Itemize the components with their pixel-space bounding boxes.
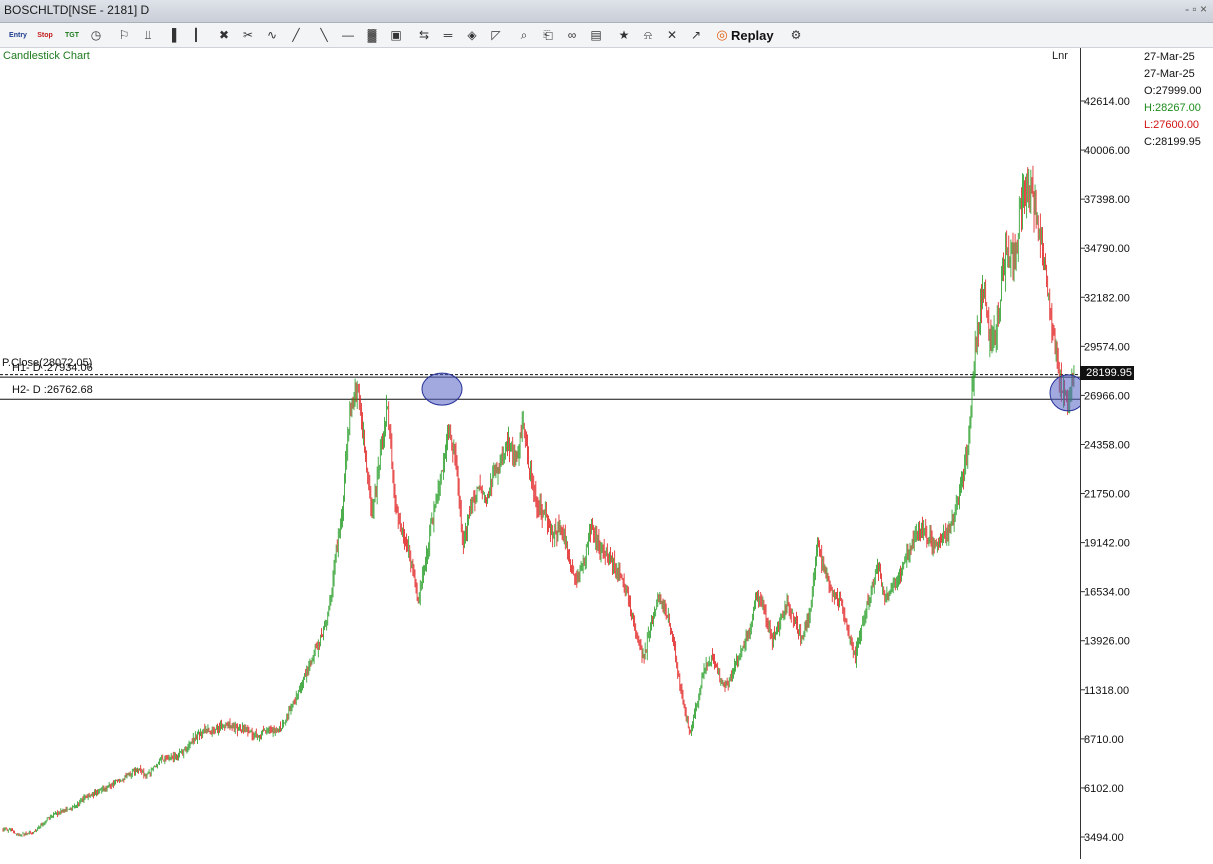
window-controls[interactable]: - ▫ × [1185,2,1207,16]
y-tick-label: 24358.00 [1084,439,1130,451]
h1-level-label: H1- D :27934.06 [12,362,93,374]
y-tick-label: 37398.00 [1084,194,1130,206]
y-tick-label: 6102.00 [1084,783,1124,795]
zoom-icon[interactable]: ⌕ [515,26,533,44]
wave-icon[interactable]: ∿ [263,26,281,44]
star-icon[interactable]: ★ [615,26,633,44]
horizontal-line-icon[interactable]: — [339,26,357,44]
pin-icon[interactable]: ⚐ [115,26,133,44]
chart-toolbar: Entry Stop TGT ◷ ⚐ ⫫ ▐ ┃ ✖ ✂ ∿ ╱ ╲ — ▓ ▣ ⇆ ═ ◈ ◸ ⌕ ⎗ ∞ ▤ ★ ⍾ ✕ ↗ ◎ Re… [0,23,1213,48]
price-axis[interactable]: 42614.00 40006.00 37398.00 34790.00 32182.00… [1080,48,1213,859]
clock-icon[interactable]: ◷ [87,26,105,44]
y-tick-label: 3494.00 [1084,832,1124,844]
document-icon[interactable]: ⎗ [539,26,557,44]
low-value: L:27600.00 [1144,119,1200,131]
y-tick-label: 32182.00 [1084,292,1130,304]
y-tick-label: 29574.00 [1084,341,1130,353]
h2-level-label: H2- D :26762.68 [12,384,93,396]
date-top: 27-Mar-25 [1144,51,1195,63]
lines-icon[interactable]: ═ [439,26,457,44]
chart-title: Candlestick Chart [3,50,90,62]
current-price-badge: 28199.95 [1080,366,1134,380]
tag-icon[interactable]: ◈ [463,26,481,44]
bar-chart-icon[interactable]: ▐ [163,26,181,44]
y-tick-label: 8710.00 [1084,734,1124,746]
trendline-icon[interactable]: ╲ [315,26,333,44]
window-titlebar: BOSCHLTD[NSE - 2181] D - ▫ × [0,0,1213,23]
volume-icon[interactable]: ▓ [363,26,381,44]
target-icon[interactable]: TGT [60,26,84,44]
alert-icon[interactable]: ⍾ [639,26,657,44]
bell-draw-icon[interactable]: ◸ [487,26,505,44]
close-value: C:28199.95 [1144,136,1201,148]
crosshair-icon[interactable]: ✖ [215,26,233,44]
delete-icon[interactable]: ✕ [663,26,681,44]
date-bottom: 27-Mar-25 [1144,68,1195,80]
scissors-icon[interactable]: ✂ [239,26,257,44]
layout-icon[interactable]: ▤ [587,26,605,44]
settings-icon[interactable]: ⚙ [787,26,805,44]
window-title: BOSCHLTD[NSE - 2181] D [4,3,150,17]
candle-icon[interactable]: ┃ [187,26,205,44]
highlight-zone-left[interactable] [421,372,463,406]
indicator-icon[interactable]: ⫫ [139,26,157,44]
y-tick-label: 40006.00 [1084,145,1130,157]
replay-button[interactable]: Replay [731,26,774,44]
scale-mode-label[interactable]: Lnr [1052,50,1068,62]
ruler-icon[interactable]: ╱ [287,26,305,44]
cube-icon[interactable]: ▣ [387,26,405,44]
y-tick-label: 13926.00 [1084,636,1130,648]
y-tick-label: 42614.00 [1084,96,1130,108]
candlestick-plot[interactable] [0,48,1087,859]
open-value: O:27999.00 [1144,85,1202,97]
stop-icon[interactable]: Stop [33,26,57,44]
price-axis-svg: 42614.00 40006.00 37398.00 34790.00 32182.00… [1081,96,1130,844]
link-icon[interactable]: ∞ [563,26,581,44]
chart-plot-area[interactable] [0,48,1087,859]
candles-group [2,165,1075,837]
replay-icon[interactable]: ◎ [715,26,729,44]
y-tick-label: 34790.00 [1084,243,1130,255]
highlight-zone-right[interactable] [1049,374,1087,412]
y-tick-label: 16534.00 [1084,587,1130,599]
y-tick-label: 11318.00 [1084,685,1129,697]
y-tick-label: 19142.00 [1084,538,1130,550]
entry-icon[interactable]: Entry [6,26,30,44]
line-chart-icon[interactable]: ↗ [687,26,705,44]
flip-icon[interactable]: ⇆ [415,26,433,44]
high-value: H:28267.00 [1144,102,1201,114]
y-tick-label: 26966.00 [1084,390,1130,402]
y-tick-label: 21750.00 [1084,489,1130,501]
